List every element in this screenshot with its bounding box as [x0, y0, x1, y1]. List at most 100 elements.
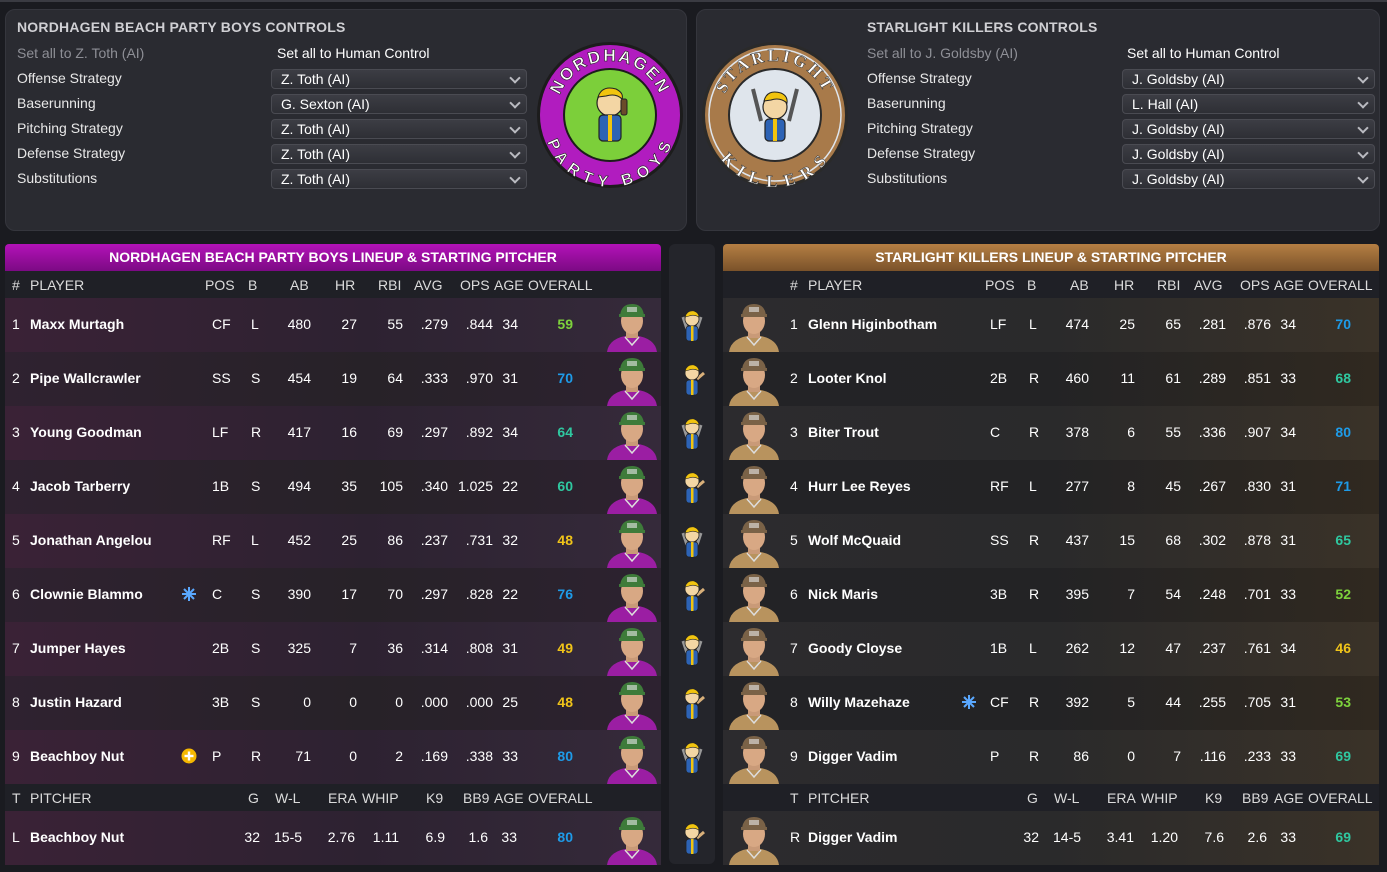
player-row[interactable]: 6 Nick Maris 3B R 395 7 54 .248 .701 33 52 — [723, 568, 1379, 622]
col-ab[interactable]: AB — [1070, 277, 1089, 293]
col-player[interactable]: PLAYER — [808, 277, 862, 293]
col-g[interactable]: G — [1027, 790, 1038, 806]
player-row[interactable]: 7 Goody Cloyse 1B L 262 12 47 .237 .761 34 46 — [723, 622, 1379, 676]
away-starting-pitcher-row[interactable]: R Digger Vadim 32 14-5 3.41 1.20 7.6 2.6… — [723, 811, 1379, 865]
player-row[interactable]: 6 Clownie Blammo C S 390 17 70 .297 .828 22 76 — [5, 568, 661, 622]
col-pos[interactable]: POS — [985, 277, 1015, 293]
col-pitcher[interactable]: PITCHER — [808, 790, 869, 806]
player-name[interactable]: Clownie Blammo — [30, 586, 143, 602]
away-offense-strategy-select[interactable]: J. Goldsby (AI) — [1122, 69, 1375, 89]
away-pitching-strategy-select[interactable]: J. Goldsby (AI) — [1122, 119, 1375, 139]
col-avg[interactable]: AVG — [414, 277, 443, 293]
player-name[interactable]: Justin Hazard — [30, 694, 122, 710]
player-name[interactable]: Goody Cloyse — [808, 640, 902, 656]
player-name[interactable]: Nick Maris — [808, 586, 878, 602]
player-row[interactable]: 9 Digger Vadim P R 86 0 7 .116 .233 33 69 — [723, 730, 1379, 784]
player-name[interactable]: Jumper Hayes — [30, 640, 126, 656]
col-ab[interactable]: AB — [290, 277, 309, 293]
away-set-all-ai-button[interactable]: Set all to J. Goldsby (AI) — [867, 45, 1018, 61]
home-pitching-strategy-select[interactable]: Z. Toth (AI) — [271, 119, 527, 139]
col-rbi[interactable]: RBI — [378, 277, 401, 293]
col-bb9[interactable]: BB9 — [463, 790, 489, 806]
player-name[interactable]: Digger Vadim — [808, 748, 897, 764]
home-set-all-ai-button[interactable]: Set all to Z. Toth (AI) — [17, 45, 144, 61]
col-wl[interactable]: W-L — [275, 790, 300, 806]
away-baserunning-select[interactable]: L. Hall (AI) — [1122, 94, 1375, 114]
col-overall[interactable]: OVERALL — [1308, 790, 1373, 806]
player-name[interactable]: Jacob Tarberry — [30, 478, 130, 494]
home-lineup-panel: NORDHAGEN BEACH PARTY BOYS LINEUP & STAR… — [5, 244, 661, 865]
col-overall[interactable]: OVERALL — [1308, 277, 1373, 293]
player-name[interactable]: Biter Trout — [808, 424, 879, 440]
col-age[interactable]: AGE — [1274, 790, 1304, 806]
away-set-all-human-button[interactable]: Set all to Human Control — [1127, 45, 1280, 61]
col-whip[interactable]: WHIP — [1141, 790, 1178, 806]
player-name[interactable]: Wolf McQuaid — [808, 532, 901, 548]
player-hr: 6 — [1127, 424, 1135, 440]
player-row[interactable]: 1 Glenn Higinbotham LF L 474 25 65 .281 .876 34 70 — [723, 298, 1379, 352]
player-name[interactable]: Young Goodman — [30, 424, 142, 440]
player-name[interactable]: Beachboy Nut — [30, 748, 124, 764]
pitcher-name[interactable]: Digger Vadim — [808, 829, 897, 845]
player-name[interactable]: Looter Knol — [808, 370, 887, 386]
player-num: 2 — [12, 370, 20, 386]
player-row[interactable]: 1 Maxx Murtagh CF L 480 27 55 .279 .844 34 59 — [5, 298, 661, 352]
col-g[interactable]: G — [248, 790, 259, 806]
pitcher-name[interactable]: Beachboy Nut — [30, 829, 124, 845]
col-pos[interactable]: POS — [205, 277, 235, 293]
home-substitutions-select[interactable]: Z. Toth (AI) — [271, 169, 527, 189]
col-age[interactable]: AGE — [494, 790, 524, 806]
col-overall[interactable]: OVERALL — [528, 790, 593, 806]
col-overall[interactable]: OVERALL — [528, 277, 593, 293]
player-overall: 59 — [557, 316, 573, 332]
player-row[interactable]: 4 Hurr Lee Reyes RF L 277 8 45 .267 .830 31 71 — [723, 460, 1379, 514]
player-row[interactable]: 5 Jonathan Angelou RF L 452 25 86 .237 .731 32 48 — [5, 514, 661, 568]
col-era[interactable]: ERA — [328, 790, 357, 806]
col-b[interactable]: B — [248, 277, 257, 293]
home-starting-pitcher-row[interactable]: L Beachboy Nut 32 15-5 2.76 1.11 6.9 1.6… — [5, 811, 661, 865]
player-row[interactable]: 4 Jacob Tarberry 1B S 494 35 105 .340 1.025 22 60 — [5, 460, 661, 514]
home-offense-strategy-select[interactable]: Z. Toth (AI) — [271, 69, 527, 89]
col-hr[interactable]: HR — [1114, 277, 1134, 293]
col-bb9[interactable]: BB9 — [1242, 790, 1268, 806]
player-name[interactable]: Willy Mazehaze — [808, 694, 910, 710]
col-ops[interactable]: OPS — [460, 277, 490, 293]
col-wl[interactable]: W-L — [1054, 790, 1079, 806]
player-name[interactable]: Pipe Wallcrawler — [30, 370, 141, 386]
player-name[interactable]: Maxx Murtagh — [30, 316, 124, 332]
vault-boy-icon — [677, 415, 707, 451]
col-k9[interactable]: K9 — [426, 790, 443, 806]
col-age[interactable]: AGE — [1274, 277, 1304, 293]
player-rbi: 2 — [395, 748, 403, 764]
player-name[interactable]: Jonathan Angelou — [30, 532, 152, 548]
col-hr[interactable]: HR — [335, 277, 355, 293]
col-k9[interactable]: K9 — [1205, 790, 1222, 806]
home-baserunning-select[interactable]: G. Sexton (AI) — [271, 94, 527, 114]
player-row[interactable]: 3 Biter Trout C R 378 6 55 .336 .907 34 80 — [723, 406, 1379, 460]
player-row[interactable]: 8 Justin Hazard 3B S 0 0 0 .000 .000 25 48 — [5, 676, 661, 730]
player-row[interactable]: 9 Beachboy Nut P R 71 0 2 .169 .338 33 80 — [5, 730, 661, 784]
player-row[interactable]: 7 Jumper Hayes 2B S 325 7 36 .314 .808 31 49 — [5, 622, 661, 676]
col-rbi[interactable]: RBI — [1157, 277, 1180, 293]
player-row[interactable]: 3 Young Goodman LF R 417 16 69 .297 .892 34 64 — [5, 406, 661, 460]
player-name[interactable]: Glenn Higinbotham — [808, 316, 937, 332]
col-age[interactable]: AGE — [494, 277, 524, 293]
away-substitutions-select[interactable]: J. Goldsby (AI) — [1122, 169, 1375, 189]
player-row[interactable]: 8 Willy Mazehaze CF R 392 5 44 .255 .705 31 53 — [723, 676, 1379, 730]
home-set-all-human-button[interactable]: Set all to Human Control — [277, 45, 430, 61]
col-b[interactable]: B — [1027, 277, 1036, 293]
away-defense-strategy-select[interactable]: J. Goldsby (AI) — [1122, 144, 1375, 164]
col-pitcher[interactable]: PITCHER — [30, 790, 91, 806]
col-whip[interactable]: WHIP — [362, 790, 399, 806]
col-player[interactable]: PLAYER — [30, 277, 84, 293]
vault-boy-icon — [677, 820, 707, 856]
col-era[interactable]: ERA — [1107, 790, 1136, 806]
player-row[interactable]: 5 Wolf McQuaid SS R 437 15 68 .302 .878 31 65 — [723, 514, 1379, 568]
player-name[interactable]: Hurr Lee Reyes — [808, 478, 911, 494]
player-row[interactable]: 2 Looter Knol 2B R 460 11 61 .289 .851 33 68 — [723, 352, 1379, 406]
player-portrait — [725, 301, 783, 352]
player-row[interactable]: 2 Pipe Wallcrawler SS S 454 19 64.333.970 31 70 — [5, 352, 661, 406]
home-defense-strategy-select[interactable]: Z. Toth (AI) — [271, 144, 527, 164]
col-avg[interactable]: AVG — [1194, 277, 1223, 293]
col-ops[interactable]: OPS — [1240, 277, 1270, 293]
